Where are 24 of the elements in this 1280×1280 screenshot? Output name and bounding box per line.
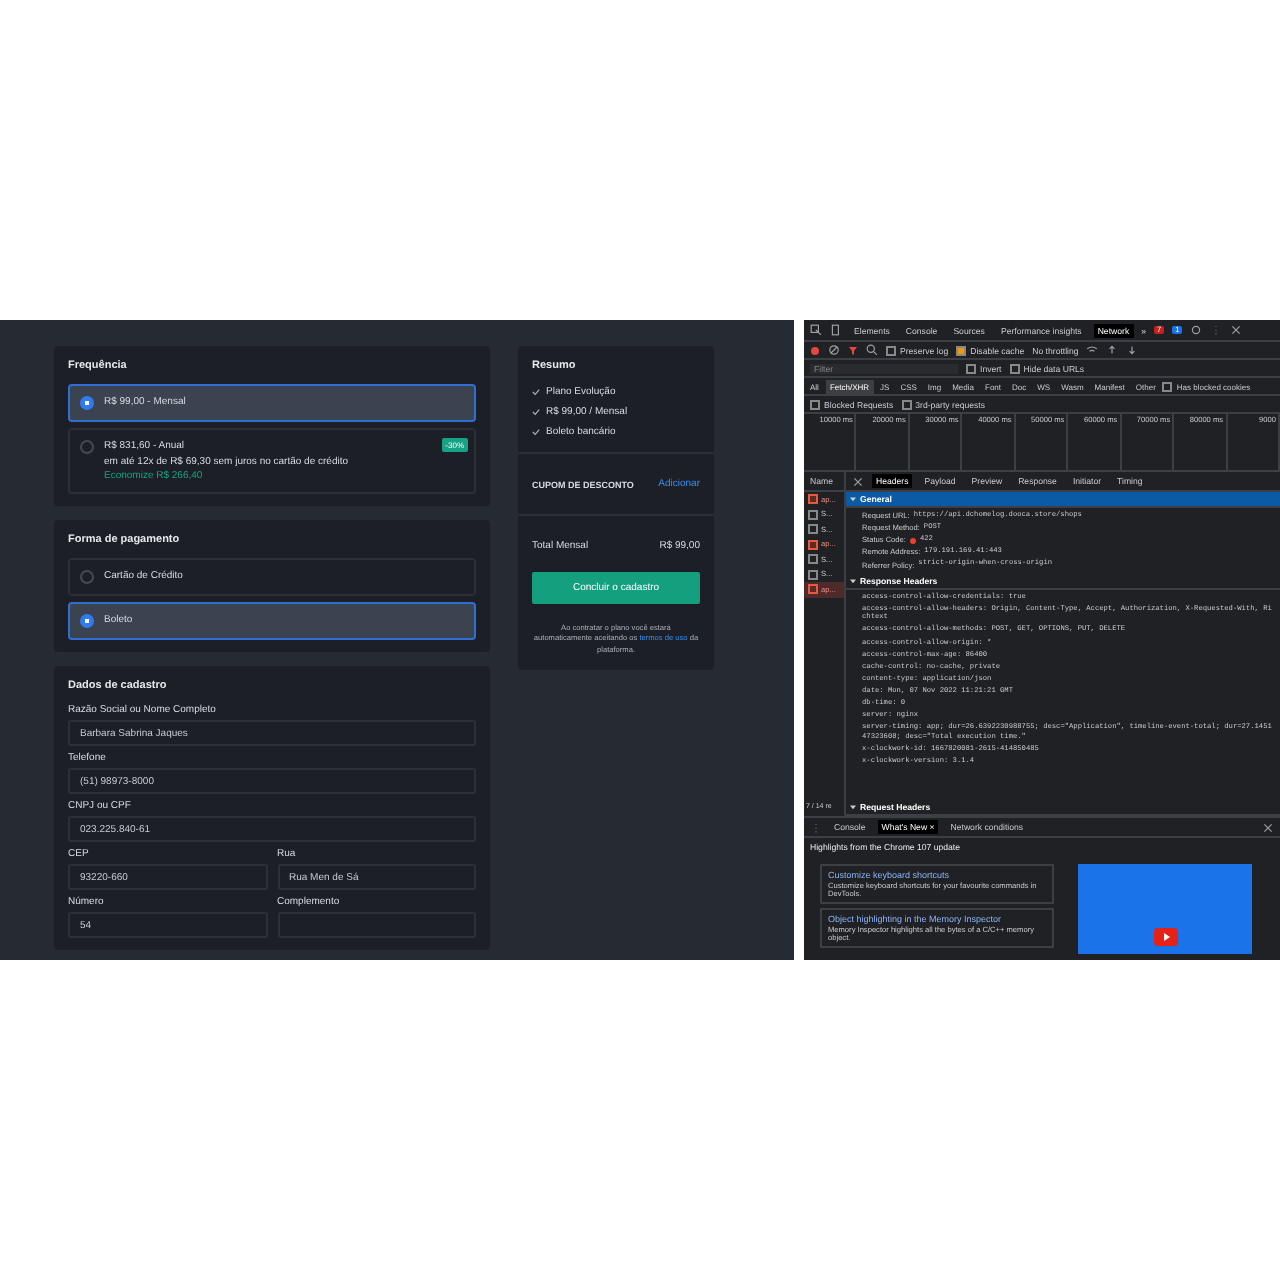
clear-icon[interactable] <box>828 344 840 356</box>
radio-button[interactable] <box>80 396 94 410</box>
play-icon[interactable] <box>1153 928 1177 946</box>
device-icon[interactable] <box>830 324 842 336</box>
check-icon <box>532 428 540 436</box>
upload-icon[interactable] <box>1106 344 1119 356</box>
close-icon[interactable] <box>1230 324 1243 336</box>
inspect-icon[interactable] <box>810 324 822 336</box>
disclosure-triangle-icon[interactable] <box>850 496 856 502</box>
check-icon <box>532 408 540 416</box>
filter-icon[interactable] <box>848 345 858 355</box>
disclosure-triangle-icon[interactable] <box>850 804 856 810</box>
disclosure-triangle-icon[interactable] <box>850 577 856 584</box>
wifi-icon[interactable] <box>1086 344 1099 356</box>
close-icon[interactable] <box>852 475 864 487</box>
check-icon <box>532 388 540 396</box>
radio-button[interactable] <box>80 440 94 454</box>
radio-button[interactable] <box>80 614 94 628</box>
radio-button[interactable] <box>80 570 94 584</box>
download-icon[interactable] <box>1126 344 1139 356</box>
record-icon[interactable] <box>810 345 820 355</box>
close-icon[interactable] <box>1262 821 1274 833</box>
search-icon[interactable] <box>866 344 878 356</box>
status-dot <box>909 537 916 544</box>
